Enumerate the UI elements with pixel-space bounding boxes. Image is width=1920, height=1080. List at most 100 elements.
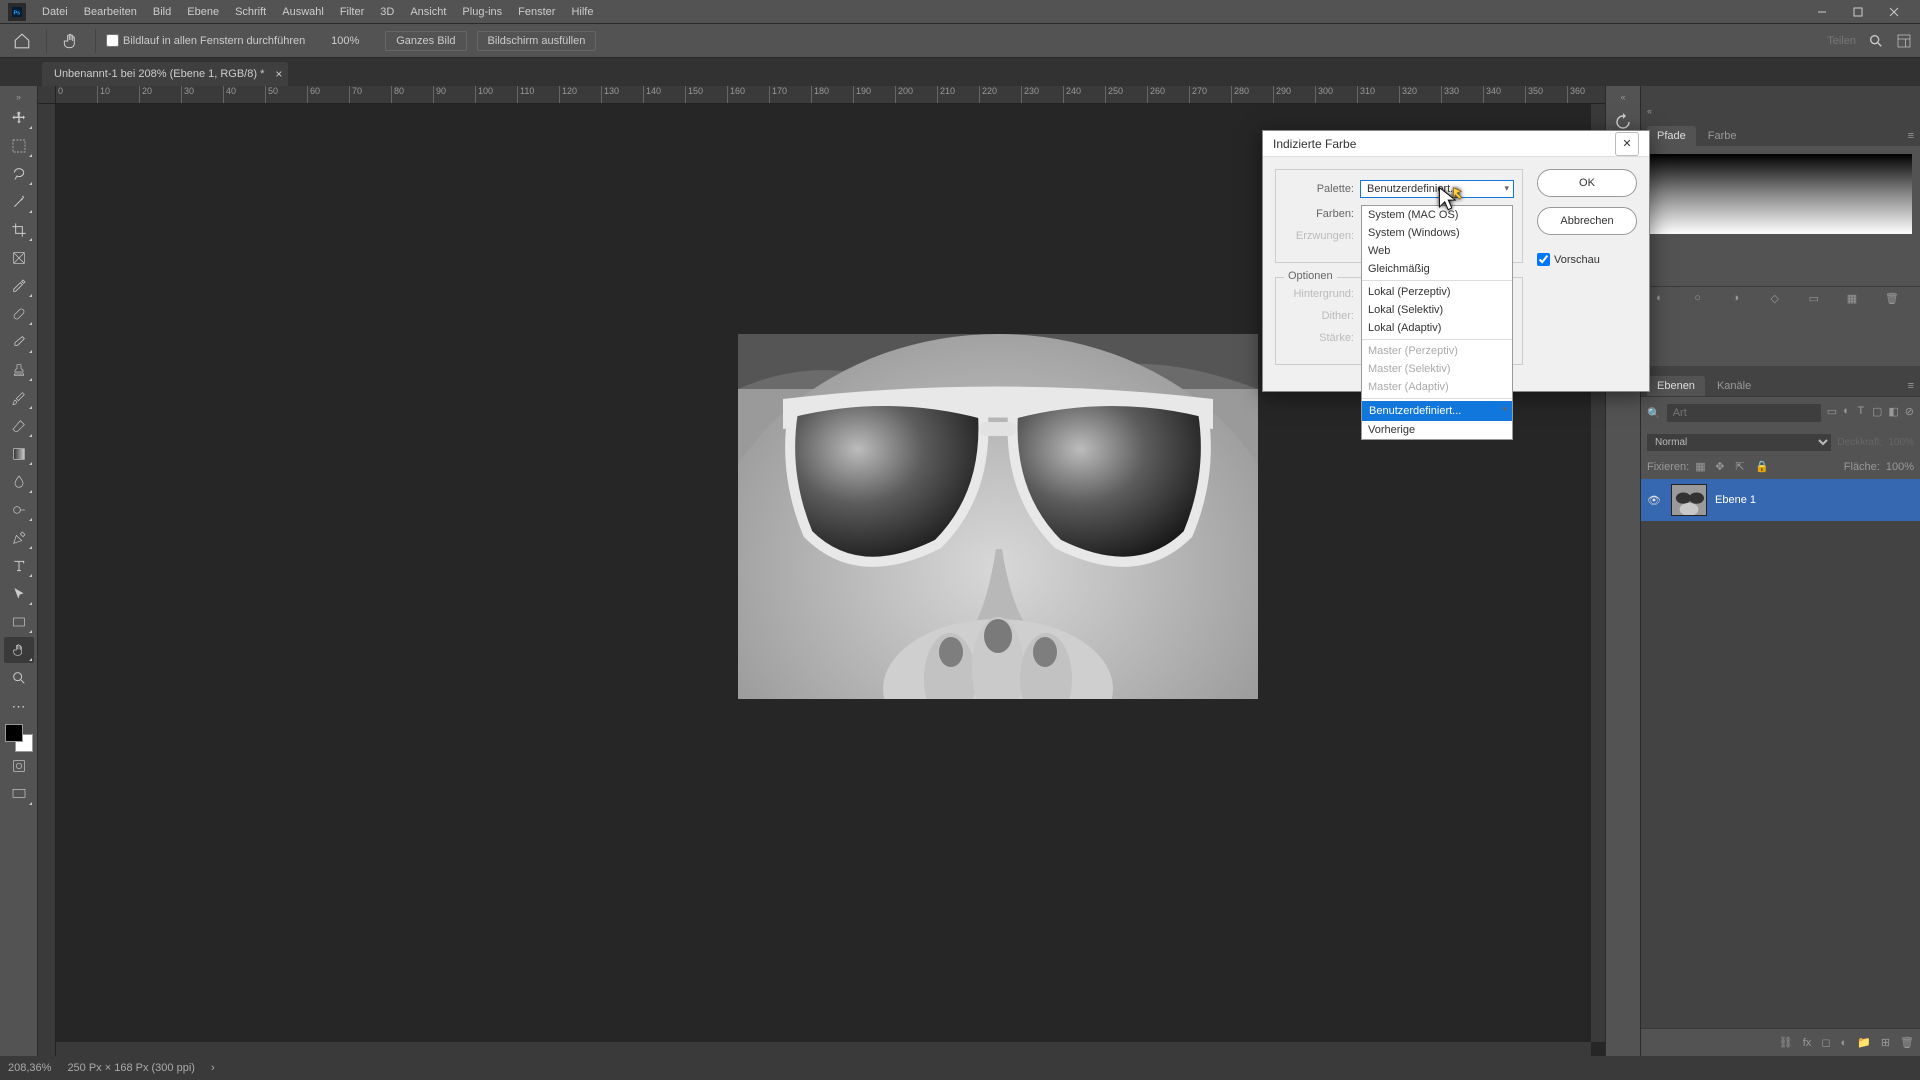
delete-layer-icon[interactable]: 🗑 bbox=[1900, 1036, 1914, 1049]
filter-toggle[interactable]: ⊘ bbox=[1905, 405, 1914, 421]
filter-icon[interactable]: ▢ bbox=[1872, 405, 1882, 421]
ruler-origin[interactable] bbox=[38, 86, 56, 104]
lasso-tool[interactable] bbox=[4, 161, 34, 187]
panel-menu-icon[interactable]: ≡ bbox=[1902, 376, 1920, 396]
trash-icon[interactable]: 🗑 bbox=[1885, 292, 1905, 312]
zoom-tool[interactable] bbox=[4, 665, 34, 691]
heal-tool[interactable] bbox=[4, 301, 34, 327]
blur-tool[interactable] bbox=[4, 469, 34, 495]
menu-datei[interactable]: Datei bbox=[34, 0, 76, 23]
scrollbar-horizontal[interactable] bbox=[56, 1042, 1591, 1056]
palette-option[interactable]: Vorherige bbox=[1362, 421, 1512, 439]
palette-option[interactable]: Lokal (Perzeptiv) bbox=[1362, 283, 1512, 301]
adjust-icon[interactable]: ◇ bbox=[1770, 292, 1790, 312]
adjust-icon[interactable]: ◑ bbox=[1732, 292, 1752, 312]
layer-thumbnail[interactable] bbox=[1671, 484, 1707, 516]
palette-option[interactable]: System (Windows) bbox=[1362, 224, 1512, 242]
fill-screen-button[interactable]: Bildschirm ausfüllen bbox=[477, 31, 597, 51]
menu-plug-ins[interactable]: Plug-ins bbox=[454, 0, 510, 23]
lock-position-icon[interactable]: ✥ bbox=[1715, 460, 1729, 474]
palette-option[interactable]: Benutzerdefiniert... bbox=[1362, 401, 1512, 421]
layer-name[interactable]: Ebene 1 bbox=[1715, 494, 1756, 506]
menu-filter[interactable]: Filter bbox=[332, 0, 372, 23]
layer-mask-icon[interactable]: ◻ bbox=[1821, 1036, 1830, 1049]
layer-row[interactable]: 👁 Ebene 1 bbox=[1641, 479, 1920, 521]
zoom-value[interactable]: 100% bbox=[315, 35, 375, 47]
blend-mode-select[interactable]: Normal bbox=[1647, 434, 1831, 451]
stamp-tool[interactable] bbox=[4, 357, 34, 383]
lock-all-icon[interactable]: 🔒 bbox=[1755, 460, 1769, 474]
menu-ebene[interactable]: Ebene bbox=[179, 0, 227, 23]
tab-pfade[interactable]: Pfade bbox=[1647, 126, 1696, 146]
adjust-icon[interactable]: ▦ bbox=[1847, 292, 1867, 312]
eyedropper-tool[interactable] bbox=[4, 273, 34, 299]
brush-tool[interactable] bbox=[4, 329, 34, 355]
cancel-button[interactable]: Abbrechen bbox=[1537, 207, 1637, 235]
adjust-icon[interactable]: ◐ bbox=[1656, 292, 1676, 312]
layer-search-input[interactable] bbox=[1667, 404, 1821, 422]
color-swatch[interactable] bbox=[5, 724, 33, 752]
history-brush-tool[interactable] bbox=[4, 385, 34, 411]
palette-option[interactable]: Lokal (Adaptiv) bbox=[1362, 319, 1512, 337]
dialog-close-button[interactable]: ✕ bbox=[1615, 132, 1639, 156]
menu-schrift[interactable]: Schrift bbox=[227, 0, 274, 23]
minimize-button[interactable] bbox=[1804, 0, 1840, 24]
palette-select[interactable]: Benutzerdefiniert... System (MAC OS)Syst… bbox=[1360, 180, 1514, 198]
menu-bearbeiten[interactable]: Bearbeiten bbox=[76, 0, 145, 23]
menu-ansicht[interactable]: Ansicht bbox=[402, 0, 454, 23]
link-layers-icon[interactable]: ⛓ bbox=[1779, 1036, 1793, 1049]
menu-bild[interactable]: Bild bbox=[145, 0, 179, 23]
menu-auswahl[interactable]: Auswahl bbox=[274, 0, 332, 23]
path-select-tool[interactable] bbox=[4, 581, 34, 607]
wand-tool[interactable] bbox=[4, 189, 34, 215]
toolbox-collapse[interactable]: » bbox=[0, 90, 37, 104]
preview-checkbox[interactable]: Vorschau bbox=[1537, 253, 1637, 266]
adjustment-layer-icon[interactable]: ◐ bbox=[1840, 1037, 1847, 1049]
menu-hilfe[interactable]: Hilfe bbox=[563, 0, 601, 23]
document-tab[interactable]: Unbenannt-1 bei 208% (Ebene 1, RGB/8) * … bbox=[42, 62, 288, 86]
opacity-value[interactable]: 100% bbox=[1888, 437, 1914, 448]
home-button[interactable] bbox=[8, 27, 36, 55]
scroll-all-checkbox[interactable]: Bildlauf in allen Fenstern durchführen bbox=[106, 34, 305, 47]
fill-value[interactable]: 100% bbox=[1886, 461, 1914, 473]
workspace-icon[interactable] bbox=[1896, 33, 1912, 49]
ok-button[interactable]: OK bbox=[1537, 169, 1637, 197]
adjust-icon[interactable]: ▭ bbox=[1809, 292, 1829, 312]
eraser-tool[interactable] bbox=[4, 413, 34, 439]
hand-tool[interactable] bbox=[4, 637, 34, 663]
fit-image-button[interactable]: Ganzes Bild bbox=[385, 31, 466, 51]
lock-pixels-icon[interactable]: ▦ bbox=[1695, 460, 1709, 474]
filter-icon[interactable]: ▭ bbox=[1827, 405, 1837, 421]
lock-artboard-icon[interactable]: ⇱ bbox=[1735, 460, 1749, 474]
palette-option[interactable]: Lokal (Selektiv) bbox=[1362, 301, 1512, 319]
type-tool[interactable] bbox=[4, 553, 34, 579]
menu-3d[interactable]: 3D bbox=[372, 0, 402, 23]
search-icon[interactable] bbox=[1868, 33, 1884, 49]
panels-collapse[interactable]: « bbox=[1647, 106, 1652, 116]
palette-option[interactable]: System (MAC OS) bbox=[1362, 206, 1512, 224]
maximize-button[interactable] bbox=[1840, 0, 1876, 24]
status-zoom[interactable]: 208,36% bbox=[8, 1062, 51, 1074]
hand-tool-icon[interactable] bbox=[57, 27, 85, 55]
rectangle-tool[interactable] bbox=[4, 609, 34, 635]
new-layer-icon[interactable]: ⊞ bbox=[1881, 1036, 1890, 1049]
edit-toolbar[interactable]: ⋯ bbox=[4, 693, 34, 719]
pen-tool[interactable] bbox=[4, 525, 34, 551]
marquee-tool[interactable] bbox=[4, 133, 34, 159]
filter-icon[interactable]: ◐ bbox=[1843, 405, 1851, 421]
dodge-tool[interactable] bbox=[4, 497, 34, 523]
tab-farbe[interactable]: Farbe bbox=[1698, 126, 1747, 146]
palette-option[interactable]: Gleichmäßig bbox=[1362, 260, 1512, 278]
layer-fx-icon[interactable]: fx bbox=[1803, 1037, 1812, 1049]
palette-option[interactable]: Web bbox=[1362, 242, 1512, 260]
ruler-vertical[interactable] bbox=[38, 104, 56, 1056]
move-tool[interactable] bbox=[4, 105, 34, 131]
adjust-icon[interactable]: ○ bbox=[1694, 292, 1714, 312]
panel-menu-icon[interactable]: ≡ bbox=[1902, 126, 1920, 146]
tab-close-icon[interactable]: × bbox=[275, 67, 282, 81]
tab-kanaele[interactable]: Kanäle bbox=[1707, 376, 1761, 396]
screenmode-toggle[interactable] bbox=[4, 781, 34, 807]
status-doc-info[interactable]: 250 Px × 168 Px (300 ppi) bbox=[67, 1062, 195, 1074]
color-spectrum[interactable] bbox=[1649, 154, 1912, 234]
filter-icon[interactable]: T bbox=[1858, 405, 1866, 421]
